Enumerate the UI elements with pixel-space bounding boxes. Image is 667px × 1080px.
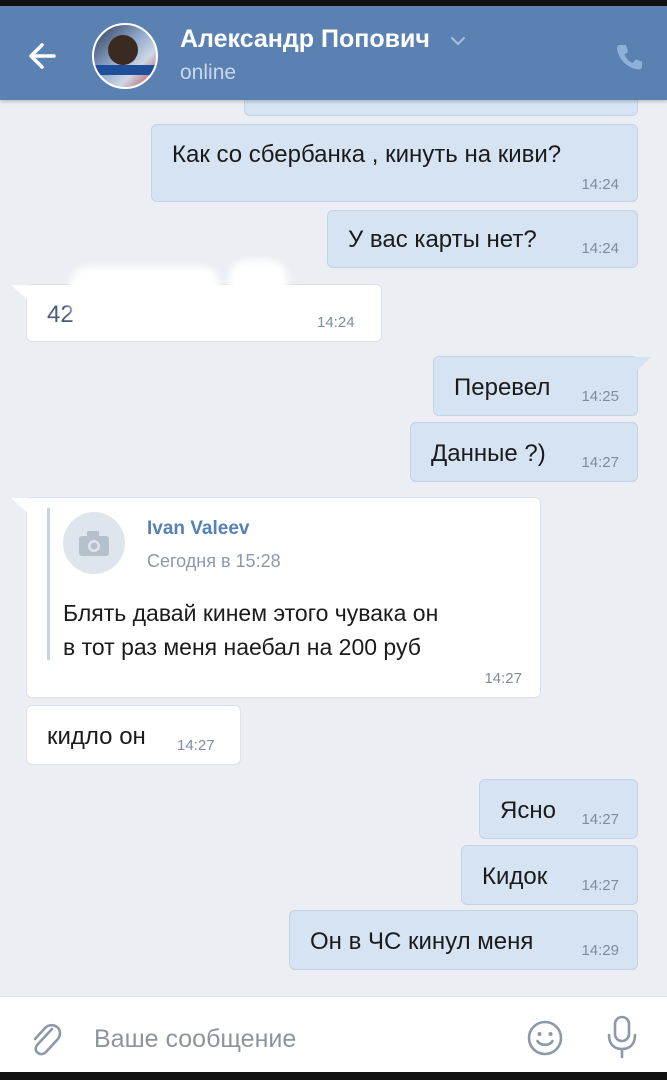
screen-bottom-edge — [0, 1072, 667, 1080]
message-time: 14:27 — [581, 811, 619, 828]
message-time: 14:27 — [581, 454, 619, 471]
message-time: 14:27 — [581, 877, 619, 894]
message-bubble-outgoing[interactable]: Он в ЧС кинул меня 14:29 — [289, 910, 638, 970]
message-bubble-outgoing[interactable]: Ясно 14:27 — [479, 779, 638, 839]
chevron-down-icon[interactable] — [450, 36, 466, 46]
message-time: 14:24 — [581, 176, 619, 193]
message-bubble-forwarded[interactable]: Ivan Valeev Сегодня в 15:28 Блять давай … — [11, 497, 541, 698]
message-time: 14:24 — [581, 240, 619, 257]
message-bubble-partial — [244, 100, 638, 116]
contact-status: online — [180, 61, 237, 84]
message-time: 14:27 — [484, 670, 522, 687]
smiley-icon — [527, 1020, 563, 1056]
call-button[interactable] — [612, 40, 646, 74]
message-list[interactable]: Как со сбербанка , кинуть на киви? 14:24… — [0, 100, 667, 996]
forward-bar — [47, 508, 50, 660]
forward-date: Сегодня в 15:28 — [147, 551, 281, 571]
camera-icon — [79, 531, 109, 556]
phone-icon — [617, 45, 642, 70]
bubble-tail — [635, 357, 651, 373]
arrow-left-icon — [29, 43, 56, 69]
contact-avatar[interactable] — [92, 23, 158, 89]
forward-author[interactable]: Ivan Valeev — [147, 518, 249, 540]
voice-button[interactable] — [604, 1013, 640, 1061]
message-time: 14:24 — [317, 314, 355, 331]
contact-name[interactable]: Александр Попович — [180, 25, 430, 54]
microphone-icon — [607, 1015, 637, 1059]
message-bubble-outgoing[interactable]: У вас карты нет? 14:24 — [327, 210, 638, 268]
forward-avatar[interactable] — [63, 512, 125, 574]
message-text: Он в ЧС кинул меня — [310, 928, 534, 955]
message-text: Как со сбербанка , кинуть на киви? — [172, 141, 562, 168]
message-text: Перевел — [454, 374, 551, 401]
redaction-mark — [228, 260, 288, 300]
message-bubble-outgoing[interactable]: Как со сбербанка , кинуть на киви? 14:24 — [151, 124, 638, 202]
message-bubble-outgoing[interactable]: Перевел 14:25 — [433, 356, 651, 416]
message-bubble-outgoing[interactable]: Кидок 14:27 — [461, 845, 638, 905]
message-input[interactable] — [94, 1019, 474, 1059]
paperclip-icon — [33, 1023, 62, 1056]
attach-button[interactable] — [26, 1017, 66, 1061]
bubble-tail — [11, 498, 29, 514]
message-composer — [0, 996, 667, 1080]
message-text: У вас карты нет? — [348, 226, 537, 253]
message-time: 14:29 — [581, 942, 619, 959]
chat-header: Александр Попович online — [0, 0, 667, 100]
forward-text: Блять давай кинем этого чувака он в тот … — [63, 600, 439, 660]
message-text: Данные ?) — [431, 440, 546, 467]
message-text: кидло он — [47, 723, 146, 750]
message-time: 14:25 — [581, 388, 619, 405]
bubble-tail — [11, 285, 29, 301]
message-bubble-outgoing[interactable]: Данные ?) 14:27 — [410, 422, 638, 482]
message-text: Ясно — [500, 797, 556, 824]
message-time: 14:27 — [177, 737, 215, 754]
redaction-mark — [140, 296, 290, 336]
message-bubble-incoming[interactable]: кидло он 14:27 — [26, 705, 241, 765]
emoji-button[interactable] — [524, 1017, 566, 1059]
back-button[interactable] — [24, 36, 68, 76]
message-text: Кидок — [482, 863, 548, 890]
